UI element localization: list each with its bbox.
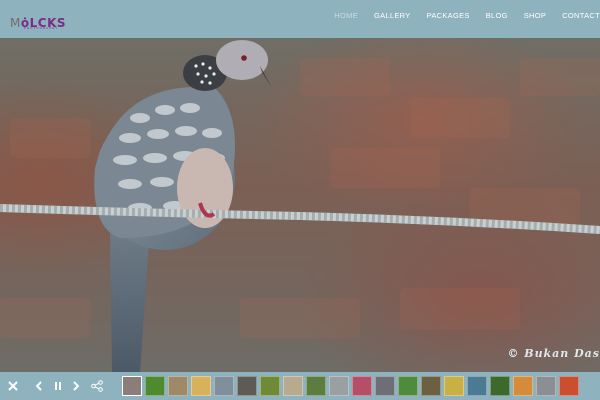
gallery-thumbnail[interactable] [375,376,395,396]
nav-home[interactable]: HOME [334,11,358,20]
gallery-thumbnail[interactable] [421,376,441,396]
gallery-thumbnail[interactable] [145,376,165,396]
gallery-thumbnail[interactable] [214,376,234,396]
gallery-thumbnail[interactable] [329,376,349,396]
close-icon[interactable] [4,372,22,400]
gallery-thumbnail[interactable] [260,376,280,396]
gallery-thumbnail[interactable] [559,376,579,396]
nav-blog[interactable]: BLOG [486,11,508,20]
logo-tagline: PHOTOGRAPHY [24,26,59,30]
gallery-thumbnail[interactable] [283,376,303,396]
gallery-thumbnail[interactable] [490,376,510,396]
gallery-thumbnail[interactable] [444,376,464,396]
gallery-thumbnail[interactable] [237,376,257,396]
photo-credit: © Bukan Das [507,347,600,360]
gallery-thumbnail[interactable] [467,376,487,396]
gallery-thumbnail[interactable] [122,376,142,396]
share-icon[interactable] [88,372,106,400]
gallery-thumbnail[interactable] [536,376,556,396]
nav-contact[interactable]: CONTACT [562,11,600,20]
gallery-thumbnail[interactable] [513,376,533,396]
dove-on-wire-image [0,40,600,372]
gallery-toolbar [0,372,600,400]
next-icon[interactable] [67,372,85,400]
nav-packages[interactable]: PACKAGES [427,11,470,20]
nav-gallery[interactable]: GALLERY [374,11,411,20]
gallery-thumbnail[interactable] [191,376,211,396]
pause-icon[interactable] [49,372,67,400]
gallery-thumbnail[interactable] [168,376,188,396]
gallery-thumbnail[interactable] [352,376,372,396]
thumbnail-strip [122,376,600,396]
site-logo[interactable]: MȯLCKS PHOTOGRAPHY [10,7,66,31]
featured-photo: © Bukan Das [0,38,600,372]
gallery-thumbnail[interactable] [398,376,418,396]
gallery-thumbnail[interactable] [306,376,326,396]
previous-icon[interactable] [30,372,48,400]
main-nav: HOME GALLERY PACKAGES BLOG SHOP CONTACT [334,0,600,30]
site-header: MȯLCKS PHOTOGRAPHY HOME GALLERY PACKAGES… [0,0,600,38]
nav-shop[interactable]: SHOP [524,11,546,20]
